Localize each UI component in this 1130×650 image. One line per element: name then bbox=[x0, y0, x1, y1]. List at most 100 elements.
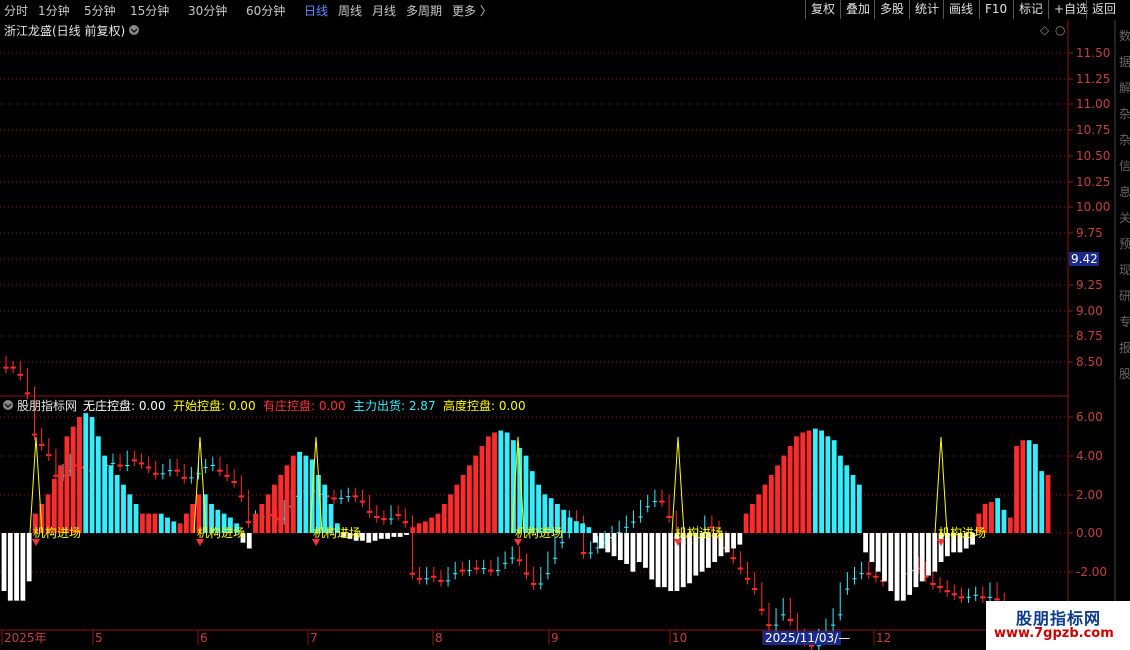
price-tick-label: 9.00 bbox=[1076, 304, 1103, 318]
period-tab-10[interactable]: 更多 〉 bbox=[452, 2, 492, 19]
signal-label: 机构进场 bbox=[197, 525, 245, 540]
candle-body-up bbox=[174, 469, 180, 472]
price-tick-label: 9.25 bbox=[1076, 278, 1103, 292]
time-label: 12 bbox=[876, 631, 891, 645]
candle-body-up bbox=[24, 392, 31, 395]
indicator-bar bbox=[58, 465, 64, 533]
candle-body-up bbox=[873, 575, 879, 578]
indicator-bar bbox=[649, 533, 655, 580]
indicator-bar bbox=[812, 428, 818, 533]
time-label: 7 bbox=[310, 631, 318, 645]
right-panel-text: 据 bbox=[1119, 55, 1130, 69]
indicator-bar bbox=[290, 455, 296, 533]
indicator-bar bbox=[882, 533, 887, 582]
indicator-value-3: 主力出货: 2.87 bbox=[353, 398, 436, 413]
right-panel-text: 报 bbox=[1119, 340, 1130, 355]
indicator-bar bbox=[894, 533, 900, 601]
indicator-bar bbox=[479, 446, 485, 533]
period-tab-5[interactable]: 60分钟 bbox=[246, 2, 285, 19]
candle-body-up bbox=[431, 575, 437, 578]
indicator-value-1: 开始控盘: 0.00 bbox=[173, 398, 256, 413]
circle-icon: ○ bbox=[1055, 23, 1065, 37]
candle-body-up bbox=[809, 644, 815, 647]
indicator-bar bbox=[1007, 517, 1013, 533]
indicator-tick-label: 6.00 bbox=[1076, 410, 1103, 424]
indicator-bar bbox=[900, 533, 906, 601]
period-tab-0[interactable]: 分时 bbox=[4, 2, 28, 19]
period-tab-2[interactable]: 5分钟 bbox=[84, 2, 116, 19]
indicator-bar bbox=[485, 436, 491, 533]
indicator-bar bbox=[630, 533, 636, 572]
candle-body-up bbox=[866, 572, 872, 575]
period-tab-6[interactable]: 日线 bbox=[304, 2, 328, 19]
indicator-bar bbox=[95, 436, 101, 533]
candle-body-down bbox=[545, 573, 551, 575]
indicator-bar bbox=[114, 475, 120, 533]
period-tab-7[interactable]: 周线 bbox=[338, 2, 362, 19]
candle-body-up bbox=[409, 572, 416, 575]
indicator-bar bbox=[863, 533, 869, 553]
watermark-line2: www.7gpzb.com bbox=[994, 626, 1114, 641]
period-tab-8[interactable]: 月线 bbox=[372, 2, 396, 19]
right-panel-text: 预 bbox=[1119, 237, 1130, 251]
period-tab-4[interactable]: 30分钟 bbox=[188, 2, 227, 19]
indicator-bar bbox=[466, 465, 472, 533]
stock-title: 浙江龙盛(日线 前复权) bbox=[4, 23, 125, 38]
indicator-value-4: 高度控盘: 0.00 bbox=[443, 398, 526, 413]
candle-body-up bbox=[766, 624, 772, 627]
candle-body-up bbox=[980, 596, 986, 599]
toolbar-action-6[interactable]: 标记 bbox=[1013, 0, 1048, 19]
candle-body-down bbox=[160, 473, 166, 475]
period-tab-9[interactable]: 多周期 bbox=[406, 2, 442, 19]
indicator-bar bbox=[102, 455, 108, 533]
indicator-bar bbox=[825, 436, 831, 533]
indicator-bar bbox=[297, 451, 302, 533]
time-label: 2025年 bbox=[4, 631, 47, 645]
indicator-bar bbox=[165, 517, 170, 533]
candle-body-down bbox=[645, 506, 650, 508]
price-tick-label: 11.50 bbox=[1076, 46, 1110, 60]
candle-body-up bbox=[245, 521, 252, 524]
candle-body-down bbox=[445, 580, 451, 582]
toolbar-action-3[interactable]: 统计 bbox=[909, 0, 944, 19]
candle-body-up bbox=[224, 474, 230, 477]
right-panel-text: 解 bbox=[1119, 81, 1130, 95]
indicator-tick-label: 4.00 bbox=[1076, 449, 1103, 463]
candle-body-up bbox=[117, 464, 123, 467]
right-panel-text: 关 bbox=[1119, 211, 1130, 225]
indicator-bar bbox=[1045, 475, 1051, 533]
indicator-bar bbox=[743, 513, 749, 533]
candle-body-down bbox=[973, 594, 978, 596]
candle-body-down bbox=[467, 570, 472, 572]
candle-body-up bbox=[53, 474, 59, 477]
price-tick-label: 10.00 bbox=[1076, 200, 1110, 214]
candle-body-down bbox=[110, 462, 116, 464]
period-tab-1[interactable]: 1分钟 bbox=[38, 2, 70, 19]
diamond-icon: ◇ bbox=[1040, 23, 1050, 37]
indicator-tick-label: 0.00 bbox=[1076, 526, 1103, 540]
indicator-bar bbox=[133, 504, 139, 533]
period-tab-3[interactable]: 15分钟 bbox=[130, 2, 169, 19]
toolbar-action-4[interactable]: 画线 bbox=[943, 0, 978, 19]
price-tick-label: 10.75 bbox=[1076, 123, 1110, 137]
toolbar-action-2[interactable]: 多股 bbox=[874, 0, 909, 19]
price-tick-label: 11.25 bbox=[1076, 72, 1110, 86]
toolbar-action-5[interactable]: F10 bbox=[979, 0, 1012, 19]
toolbar-action-0[interactable]: 复权 bbox=[805, 0, 840, 19]
candle-body-down bbox=[588, 552, 593, 554]
indicator-bar bbox=[183, 513, 189, 533]
candle-body-up bbox=[217, 469, 223, 472]
indicator-bar bbox=[869, 533, 875, 562]
indicator-bar bbox=[731, 533, 736, 549]
candle-body-down bbox=[338, 497, 344, 499]
indicator-bar bbox=[259, 504, 265, 533]
indicator-bar bbox=[454, 484, 460, 533]
toolbar-action-1[interactable]: 叠加 bbox=[840, 0, 875, 19]
indicator-bar bbox=[850, 475, 856, 533]
indicator-bar bbox=[523, 455, 529, 533]
toolbar-action-8[interactable]: 返回 bbox=[1086, 0, 1121, 19]
time-label: 9 bbox=[551, 631, 559, 645]
candle-body-up bbox=[3, 366, 9, 369]
candle-body-up bbox=[666, 516, 672, 518]
indicator-bar bbox=[284, 465, 290, 533]
